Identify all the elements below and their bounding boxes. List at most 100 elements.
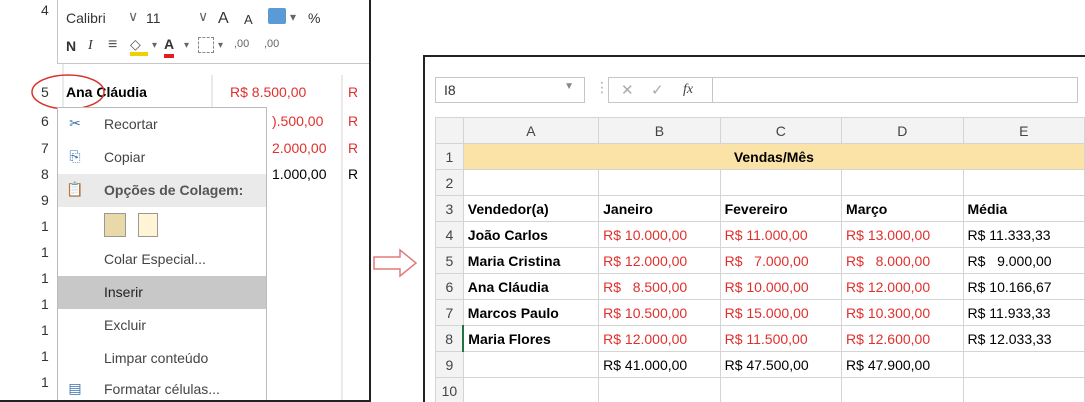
chevron-down-icon[interactable]: ∨	[128, 8, 138, 25]
cell[interactable]	[719, 377, 843, 402]
column-header[interactable]: E	[962, 117, 1085, 144]
total-cell[interactable]: R$ 47.900,00	[841, 351, 964, 378]
header-cell[interactable]: Vendedor(a)	[462, 195, 600, 222]
cell[interactable]	[462, 169, 600, 196]
paste-values-icon[interactable]	[138, 213, 158, 237]
paste-icon[interactable]	[104, 213, 126, 237]
font-name-box[interactable]: Calibri	[66, 10, 106, 26]
chevron-down-icon[interactable]: ▾	[218, 40, 223, 51]
italic-icon[interactable]: I	[88, 38, 93, 54]
cell[interactable]	[598, 377, 721, 402]
row-header[interactable]: 1	[435, 143, 464, 170]
value-cell[interactable]: R$ 12.000,00	[598, 325, 721, 352]
seller-cell[interactable]: João Carlos	[462, 221, 600, 248]
header-cell[interactable]: Média	[962, 195, 1085, 222]
column-header[interactable]: C	[719, 117, 843, 144]
function-icon[interactable]: fx	[683, 82, 693, 98]
value-cell[interactable]: R$ 10.000,00	[598, 221, 721, 248]
font-color-icon[interactable]: A	[164, 36, 175, 58]
average-cell[interactable]: R$ 11.933,33	[962, 299, 1085, 326]
cell-next[interactable]: R	[348, 84, 358, 100]
cell[interactable]	[841, 169, 964, 196]
total-cell[interactable]: R$ 41.000,00	[598, 351, 721, 378]
row-header[interactable]: 8	[435, 325, 465, 352]
value-cell[interactable]: R$ 10.000,00	[719, 273, 843, 300]
shrink-font-icon[interactable]: A	[244, 12, 253, 27]
average-cell[interactable]: R$ 9.000,00	[962, 247, 1085, 274]
value-cell[interactable]: R$ 12.600,00	[841, 325, 964, 352]
cell[interactable]	[962, 377, 1085, 402]
percent-icon[interactable]: %	[308, 10, 320, 26]
row-header[interactable]: 10	[435, 377, 464, 402]
cell-value[interactable]: 1.000,00	[272, 166, 327, 182]
menu-item-paste-special[interactable]: Colar Especial...	[58, 243, 266, 276]
cell[interactable]	[598, 169, 721, 196]
currency-format-icon[interactable]	[268, 8, 286, 24]
seller-cell[interactable]: Ana Cláudia	[462, 273, 600, 300]
value-cell[interactable]: R$ 10.300,00	[841, 299, 964, 326]
seller-cell[interactable]: Maria Flores	[462, 325, 600, 352]
value-cell[interactable]: R$ 15.000,00	[719, 299, 843, 326]
header-cell[interactable]: Fevereiro	[719, 195, 843, 222]
value-cell[interactable]: R$ 8.000,00	[841, 247, 964, 274]
menu-item-delete[interactable]: Excluir	[58, 309, 266, 342]
row-header[interactable]: 5	[435, 247, 464, 274]
chevron-down-icon[interactable]: ▾	[152, 40, 157, 51]
menu-item-copy[interactable]: ⎘ Copiar	[58, 141, 266, 174]
value-cell[interactable]: R$ 10.500,00	[598, 299, 721, 326]
value-cell[interactable]: R$ 8.500,00	[598, 273, 721, 300]
cell-value[interactable]: R$ 8.500,00	[230, 84, 306, 100]
borders-icon[interactable]	[198, 37, 214, 53]
chevron-down-icon[interactable]: ▾	[290, 10, 296, 24]
row-header[interactable]: 6	[435, 273, 464, 300]
value-cell[interactable]: R$ 7.000,00	[719, 247, 843, 274]
cell[interactable]	[962, 169, 1085, 196]
cell-next[interactable]: R	[348, 140, 358, 156]
title-cell[interactable]: Vendas/Mês	[462, 143, 1085, 170]
average-cell[interactable]: R$ 11.333,33	[962, 221, 1085, 248]
column-header[interactable]: B	[598, 117, 721, 144]
value-cell[interactable]: R$ 11.500,00	[719, 325, 843, 352]
cell[interactable]	[719, 169, 843, 196]
align-center-icon[interactable]: ≡	[108, 36, 117, 54]
chevron-down-icon[interactable]: ∨	[198, 8, 208, 25]
value-cell[interactable]: R$ 12.000,00	[598, 247, 721, 274]
value-cell[interactable]: R$ 12.000,00	[841, 273, 964, 300]
value-cell[interactable]: R$ 11.000,00	[719, 221, 843, 248]
cell[interactable]	[841, 377, 964, 402]
grow-font-icon[interactable]: A	[218, 10, 229, 28]
row-header[interactable]: 7	[435, 299, 464, 326]
row-header[interactable]: 9	[435, 351, 464, 378]
cell-value[interactable]: ).500,00	[272, 113, 323, 129]
fill-color-icon[interactable]: ◇	[130, 36, 148, 56]
increase-decimal-icon[interactable]: ,00	[234, 38, 249, 50]
menu-item-insert[interactable]: Inserir	[58, 276, 266, 309]
column-header[interactable]: D	[841, 117, 964, 144]
seller-cell[interactable]: Marcos Paulo	[462, 299, 600, 326]
value-cell[interactable]: R$ 13.000,00	[841, 221, 964, 248]
average-cell[interactable]: R$ 12.033,33	[962, 325, 1085, 352]
cancel-icon[interactable]: ✕	[621, 81, 634, 99]
menu-item-clear[interactable]: Limpar conteúdo	[58, 342, 266, 375]
total-cell[interactable]: R$ 47.500,00	[719, 351, 843, 378]
cell-next[interactable]: R	[348, 166, 358, 182]
menu-item-cut[interactable]: ✂ Recortar	[58, 108, 266, 141]
average-cell[interactable]: R$ 10.166,67	[962, 273, 1085, 300]
confirm-icon[interactable]: ✓	[651, 81, 664, 99]
cell-next[interactable]: R	[348, 113, 358, 129]
column-header[interactable]: A	[462, 117, 600, 144]
header-cell[interactable]: Março	[841, 195, 964, 222]
formula-input[interactable]	[712, 78, 1078, 102]
select-all-corner[interactable]	[435, 117, 464, 144]
cell[interactable]	[462, 351, 600, 378]
header-cell[interactable]: Janeiro	[598, 195, 721, 222]
menu-item-format-cells[interactable]: ▤ Formatar células...	[58, 373, 266, 400]
cell[interactable]	[462, 377, 600, 402]
font-size-box[interactable]: 11	[146, 10, 161, 26]
row-header[interactable]: 2	[435, 169, 464, 196]
decrease-decimal-icon[interactable]: ,00	[264, 38, 279, 50]
chevron-down-icon[interactable]: ▼	[564, 81, 574, 92]
bold-icon[interactable]: N	[66, 38, 76, 54]
cell[interactable]	[962, 351, 1085, 378]
seller-cell[interactable]: Maria Cristina	[462, 247, 600, 274]
